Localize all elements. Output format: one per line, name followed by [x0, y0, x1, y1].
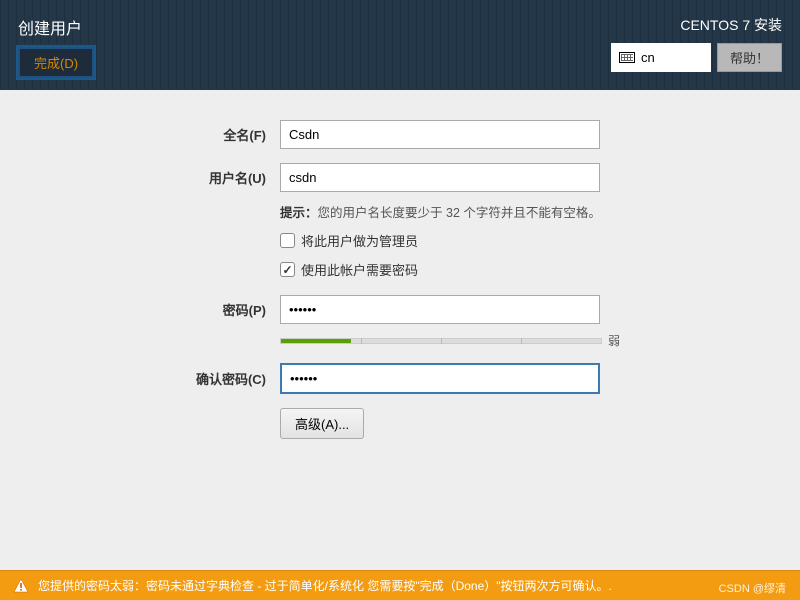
require-password-checkbox[interactable] — [280, 262, 295, 277]
warning-icon — [12, 578, 30, 594]
username-hint: 提示：您的用户名长度要少于 32 个字符并且不能有空格。 — [280, 202, 640, 221]
warning-text: 您提供的密码太弱：密码未通过字典检查 - 过于简单化/系统化 您需要按"完成（D… — [38, 577, 612, 594]
keyboard-icon — [619, 52, 635, 63]
username-label: 用户名(U) — [0, 168, 280, 187]
advanced-button[interactable]: 高级(A)... — [280, 408, 364, 439]
password-strength-bar — [280, 338, 602, 344]
username-input[interactable] — [280, 163, 600, 192]
watermark: CSDN @缪清 — [719, 580, 786, 596]
admin-checkbox[interactable] — [280, 233, 295, 248]
installer-title: CENTOS 7 安装 — [680, 15, 782, 35]
confirm-password-input[interactable] — [280, 363, 600, 394]
password-input[interactable] — [280, 295, 600, 324]
done-button[interactable]: 完成(D) — [18, 47, 94, 78]
fullname-input[interactable] — [280, 120, 600, 149]
warning-bar: 您提供的密码太弱：密码未通过字典检查 - 过于简单化/系统化 您需要按"完成（D… — [0, 570, 800, 600]
admin-checkbox-label: 将此用户做为管理员 — [301, 231, 418, 250]
help-button[interactable]: 帮助！ — [717, 43, 782, 72]
hint-text: 您的用户名长度要少于 32 个字符并且不能有空格。 — [318, 206, 601, 220]
keyboard-layout-label: cn — [641, 50, 655, 65]
fullname-label: 全名(F) — [0, 125, 280, 144]
keyboard-layout-selector[interactable]: cn — [611, 43, 711, 72]
password-strength-label: 弱 — [608, 332, 620, 349]
form-container: 全名(F) 用户名(U) 提示：您的用户名长度要少于 32 个字符并且不能有空格… — [0, 90, 800, 439]
password-strength-fill — [281, 339, 351, 343]
password-label: 密码(P) — [0, 300, 280, 319]
confirm-password-label: 确认密码(C) — [0, 369, 280, 388]
require-password-label: 使用此帐户需要密码 — [301, 260, 418, 279]
hint-prefix: 提示： — [280, 206, 318, 220]
